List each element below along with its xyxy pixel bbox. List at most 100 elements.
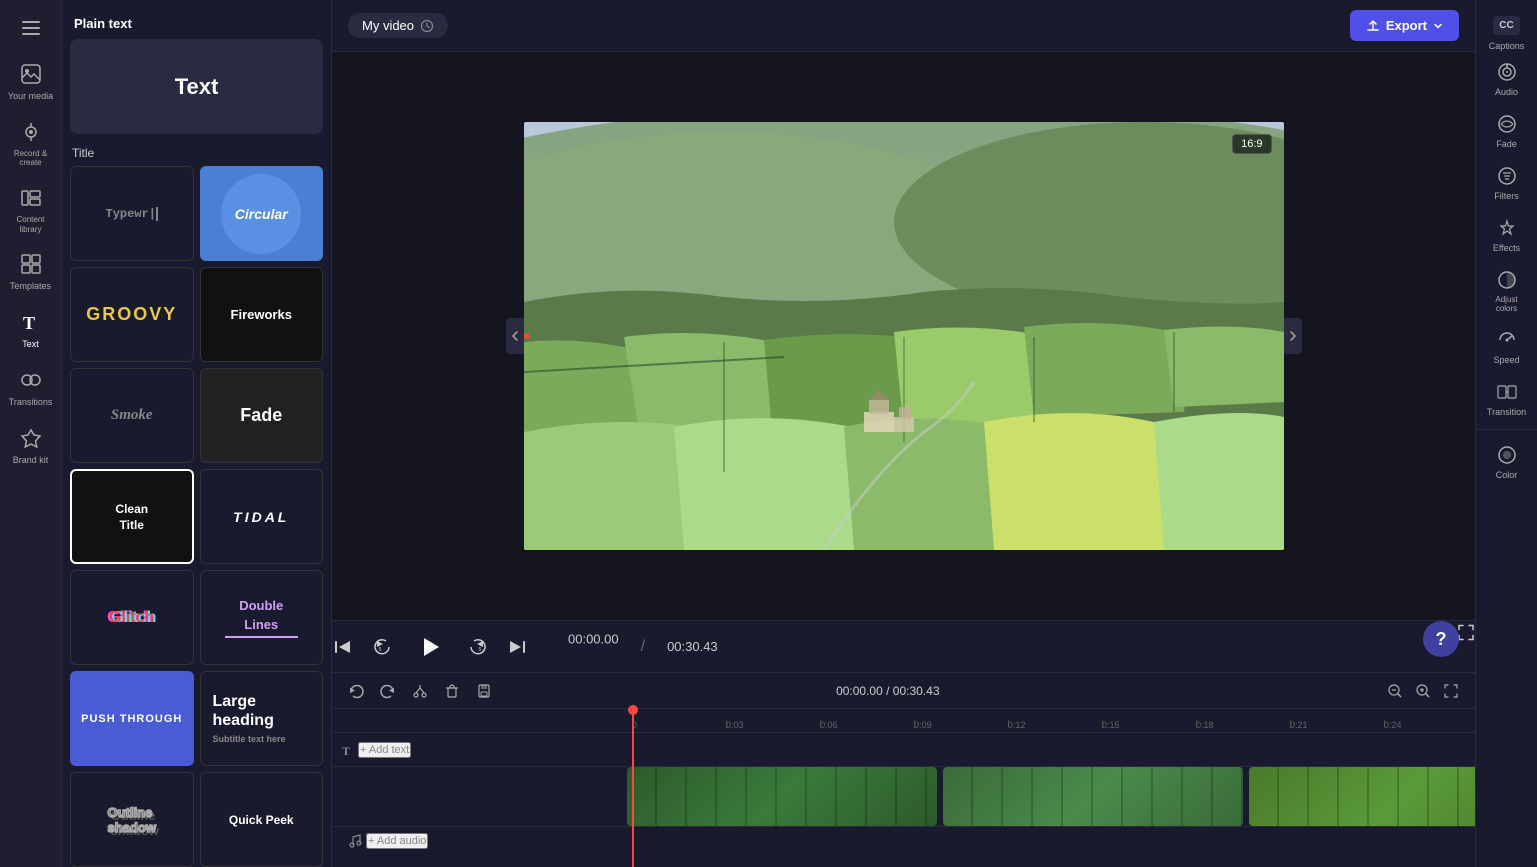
template-quick-peek[interactable]: Quick Peek [200, 772, 324, 867]
template-outline-shadow[interactable]: Outlineshadow [70, 772, 194, 867]
template-tidal[interactable]: TIDAL [200, 469, 324, 564]
cc-button[interactable]: CC [1493, 16, 1519, 35]
timeline-time-display: 00:00.00 / 00:30.43 [836, 684, 939, 698]
sidebar-item-label: Contentlibrary [16, 215, 44, 234]
ruler-mark: 0:15 [1102, 720, 1196, 728]
zoom-in-button[interactable] [1411, 679, 1435, 703]
playhead[interactable] [632, 709, 634, 867]
rewind-5s-button[interactable]: 5 [372, 637, 392, 657]
cut-button[interactable] [408, 679, 432, 703]
sidebar-item-transitions[interactable]: Transitions [3, 360, 59, 414]
library-icon [17, 184, 45, 212]
title-section-label: Title [72, 146, 321, 160]
right-sidebar-item-filters[interactable]: Filters [1479, 157, 1535, 207]
sidebar-item-label: Brand kit [13, 455, 49, 466]
sidebar-item-your-media[interactable]: Your media [3, 54, 59, 108]
templates-icon [17, 250, 45, 278]
right-sidebar-item-effects[interactable]: Effects [1479, 209, 1535, 259]
right-sidebar-item-adjust-colors[interactable]: Adjustcolors [1479, 261, 1535, 319]
skip-forward-button[interactable] [508, 637, 528, 657]
delete-button[interactable] [440, 679, 464, 703]
save-button[interactable] [472, 679, 496, 703]
text-icon: T [17, 308, 45, 336]
panel-content: Text Title Typewr| Circular GROOVY Firew… [62, 39, 331, 867]
captions-label: Captions [1489, 41, 1525, 51]
arrow-svg [524, 311, 534, 361]
ruler-mark: 0 [632, 720, 726, 728]
video-track [332, 767, 1475, 827]
sidebar-item-brand-kit[interactable]: Brand kit [3, 418, 59, 472]
template-fireworks[interactable]: Fireworks [200, 267, 324, 362]
text-track-label: T + Add text [340, 742, 635, 758]
skip-back-button[interactable] [332, 637, 352, 657]
zoom-out-button[interactable] [1383, 679, 1407, 703]
video-clip-2[interactable] [943, 767, 1243, 826]
sidebar-item-label: Text [22, 339, 39, 350]
template-glitch[interactable]: Glitch [70, 570, 194, 665]
template-large-heading[interactable]: Large heading Subtitle text here [200, 671, 324, 766]
template-groovy[interactable]: GROOVY [70, 267, 194, 362]
add-audio-button[interactable]: + Add audio [366, 833, 428, 849]
sidebar-item-label: Templates [10, 281, 51, 292]
right-sidebar-item-label: Adjustcolors [1495, 295, 1517, 313]
right-sidebar-item-color[interactable]: Color [1479, 436, 1535, 486]
transition-icon [1494, 379, 1520, 405]
template-typewriter[interactable]: Typewr| [70, 166, 194, 261]
text-track-icon: T [340, 743, 354, 757]
image-icon [17, 60, 45, 88]
video-clip-1[interactable] [627, 767, 937, 826]
right-sidebar-item-fade[interactable]: Fade [1479, 105, 1535, 155]
hamburger-menu[interactable] [13, 10, 49, 46]
cc-area: CC Captions [1476, 10, 1537, 51]
right-sidebar-item-label: Speed [1493, 355, 1519, 365]
fade-icon [1494, 111, 1520, 137]
audio-track: + Add audio [332, 827, 1475, 855]
sidebar-item-record-create[interactable]: Record &create [3, 112, 59, 174]
collapse-right-button[interactable] [1284, 318, 1302, 354]
svg-text:T: T [23, 313, 35, 333]
right-sidebar-item-speed[interactable]: Speed [1479, 321, 1535, 371]
collapse-left-button[interactable] [506, 318, 524, 354]
right-sidebar: CC Captions Audio Fade [1475, 0, 1537, 867]
sidebar-item-content-library[interactable]: Contentlibrary [3, 178, 59, 240]
title-settings-icon [420, 19, 434, 33]
undo-button[interactable] [344, 679, 368, 703]
music-icon [348, 834, 362, 848]
colors-icon [1494, 267, 1520, 293]
audio-icon [1494, 59, 1520, 85]
canvas-container: 16:9 [524, 122, 1284, 550]
main-area: My video Export [332, 0, 1475, 867]
forward-5s-button[interactable]: 5 [468, 637, 488, 657]
color-icon [1494, 442, 1520, 468]
redo-button[interactable] [376, 679, 400, 703]
template-smoke[interactable]: Smoke [70, 368, 194, 463]
svg-text:T: T [342, 744, 350, 757]
timeline-area: 00:00.00 / 00:30.43 [332, 672, 1475, 867]
text-panel: Plain text Text Title Typewr| Circular G… [62, 0, 332, 867]
right-sidebar-item-transition[interactable]: Transition [1479, 373, 1535, 423]
right-sidebar-item-audio[interactable]: Audio [1479, 53, 1535, 103]
video-title-tab[interactable]: My video [348, 13, 448, 38]
template-circular[interactable]: Circular [200, 166, 324, 261]
play-pause-button[interactable] [412, 629, 448, 665]
template-fade[interactable]: Fade [200, 368, 324, 463]
plain-text-card[interactable]: Text [70, 39, 323, 134]
aspect-ratio-badge: 16:9 [1232, 134, 1271, 154]
ruler-mark: 0:24 [1384, 720, 1475, 728]
help-button[interactable]: ? [1423, 621, 1459, 657]
canvas-area: 16:9 [332, 52, 1475, 620]
video-clip-3[interactable] [1249, 767, 1475, 826]
template-clean-title[interactable]: Clean Title [70, 469, 194, 564]
templates-grid: Typewr| Circular GROOVY Fireworks Smoke [70, 166, 323, 867]
sidebar-item-text[interactable]: T Text [3, 302, 59, 356]
sidebar-item-templates[interactable]: Templates [3, 244, 59, 298]
export-button[interactable]: Export [1350, 10, 1459, 41]
template-push-through[interactable]: PUSH THROUGH [70, 671, 194, 766]
add-text-button[interactable]: + Add text [358, 742, 411, 758]
template-double-lines[interactable]: Double Lines [200, 570, 324, 665]
fullscreen-button[interactable] [1457, 624, 1475, 647]
ruler-mark: 0:03 [726, 720, 820, 728]
fit-timeline-button[interactable] [1439, 679, 1463, 703]
sidebar-item-label: Record &create [14, 149, 47, 168]
sidebar-item-label: Transitions [9, 397, 53, 408]
